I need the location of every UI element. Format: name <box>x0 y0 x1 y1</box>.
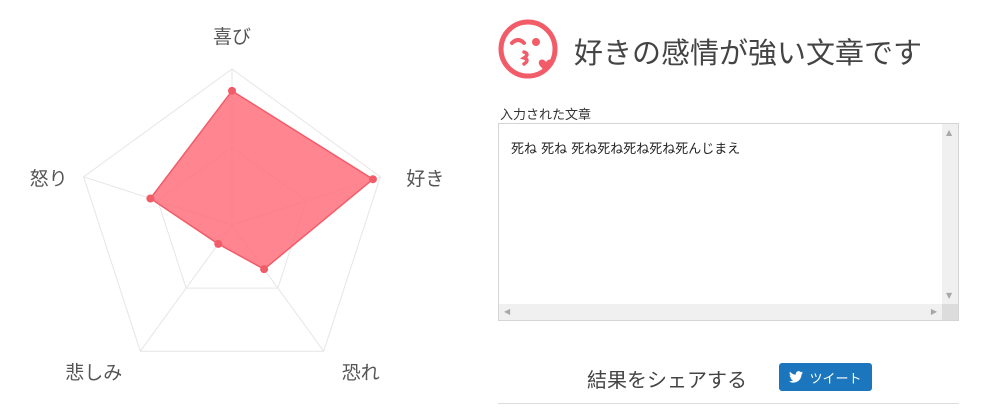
radar-data-area <box>149 89 375 271</box>
input-textarea[interactable]: 死ね 死ね 死ね死ね死ね死ね死んじまえ ▲ ▼ ◀ ▶ <box>498 123 959 321</box>
vertical-scrollbar[interactable]: ▲ ▼ <box>942 124 958 305</box>
radar-axis-label: 悲しみ <box>65 362 122 384</box>
radar-axis-label: 喜び <box>213 26 251 48</box>
radar-axis-label: 好き <box>406 168 444 190</box>
radar-point <box>260 265 269 274</box>
share-row: 結果をシェアする ツイート <box>498 360 959 396</box>
twitter-bird-icon <box>789 371 804 383</box>
divider <box>498 403 959 404</box>
result-title: 好きの感情が強い文章です <box>574 36 923 70</box>
radar-chart-svg: 喜び好き恐れ 悲しみ 怒り <box>30 26 445 384</box>
emotion-radar-chart: 喜び好き恐れ 悲しみ 怒り <box>0 0 470 413</box>
tweet-button[interactable]: ツイート <box>779 363 872 391</box>
tweet-label: ツイート <box>809 371 862 387</box>
result-panel: 好きの感情が強い文章です 入力された文章 死ね 死ね 死ね死ね死ね死ね死んじまえ… <box>498 0 961 413</box>
scroll-right-icon[interactable]: ▶ <box>931 308 937 316</box>
radar-point <box>228 86 236 95</box>
radar-point <box>214 239 223 248</box>
scroll-down-icon[interactable]: ▼ <box>946 292 952 300</box>
scroll-left-icon[interactable]: ◀ <box>504 308 510 316</box>
input-text: 死ね 死ね 死ね死ね死ね死ね死んじまえ <box>511 142 741 157</box>
scroll-up-icon[interactable]: ▲ <box>946 129 952 137</box>
input-label: 入力された文章 <box>500 108 592 123</box>
kissing-face-icon <box>498 19 558 79</box>
radar-point <box>368 175 377 184</box>
result-header: 好きの感情が強い文章です <box>498 18 961 79</box>
radar-axis-label: 恐れ <box>342 362 380 384</box>
radar-axis-label: 怒り <box>30 168 68 190</box>
share-label: 結果をシェアする <box>587 368 747 392</box>
scroll-corner <box>942 304 958 320</box>
horizontal-scrollbar[interactable]: ◀ ▶ <box>499 304 942 320</box>
radar-point <box>146 194 155 203</box>
